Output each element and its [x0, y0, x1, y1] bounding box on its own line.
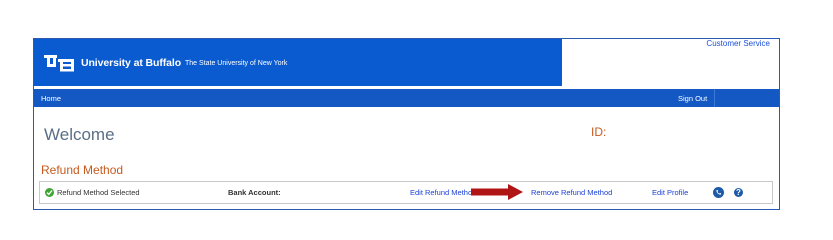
id-label: ID: [591, 125, 607, 139]
nav-divider [714, 89, 715, 107]
sign-out-link[interactable]: Sign Out [678, 94, 707, 103]
refund-status-text: Refund Method Selected [57, 188, 140, 197]
customer-service-link[interactable]: Customer Service [706, 39, 770, 48]
red-arrow-icon [471, 184, 523, 200]
phone-icon[interactable] [713, 187, 724, 198]
refund-method-heading: Refund Method [41, 163, 124, 177]
ub-logo-icon [44, 55, 74, 72]
refund-status: Refund Method Selected [45, 188, 140, 197]
header-banner: University at Buffalo The State Universi… [34, 39, 562, 86]
nav-home-link[interactable]: Home [41, 94, 61, 103]
edit-refund-method-link[interactable]: Edit Refund Method [410, 188, 476, 197]
page-frame: University at Buffalo The State Universi… [33, 38, 780, 210]
page-title: Welcome [44, 125, 115, 144]
remove-refund-method-link[interactable]: Remove Refund Method [531, 188, 612, 197]
check-circle-icon [45, 188, 54, 197]
university-logo[interactable]: University at Buffalo The State Universi… [44, 53, 287, 73]
refund-method-row: Refund Method Selected Bank Account: Edi… [39, 181, 773, 204]
university-subtitle: The State University of New York [185, 59, 288, 67]
nav-bar: Home Sign Out [34, 89, 779, 107]
edit-profile-link[interactable]: Edit Profile [652, 188, 688, 197]
help-icon[interactable]: ? [734, 188, 743, 197]
university-name: University at Buffalo [81, 57, 182, 69]
bank-account-label: Bank Account: [228, 188, 281, 197]
